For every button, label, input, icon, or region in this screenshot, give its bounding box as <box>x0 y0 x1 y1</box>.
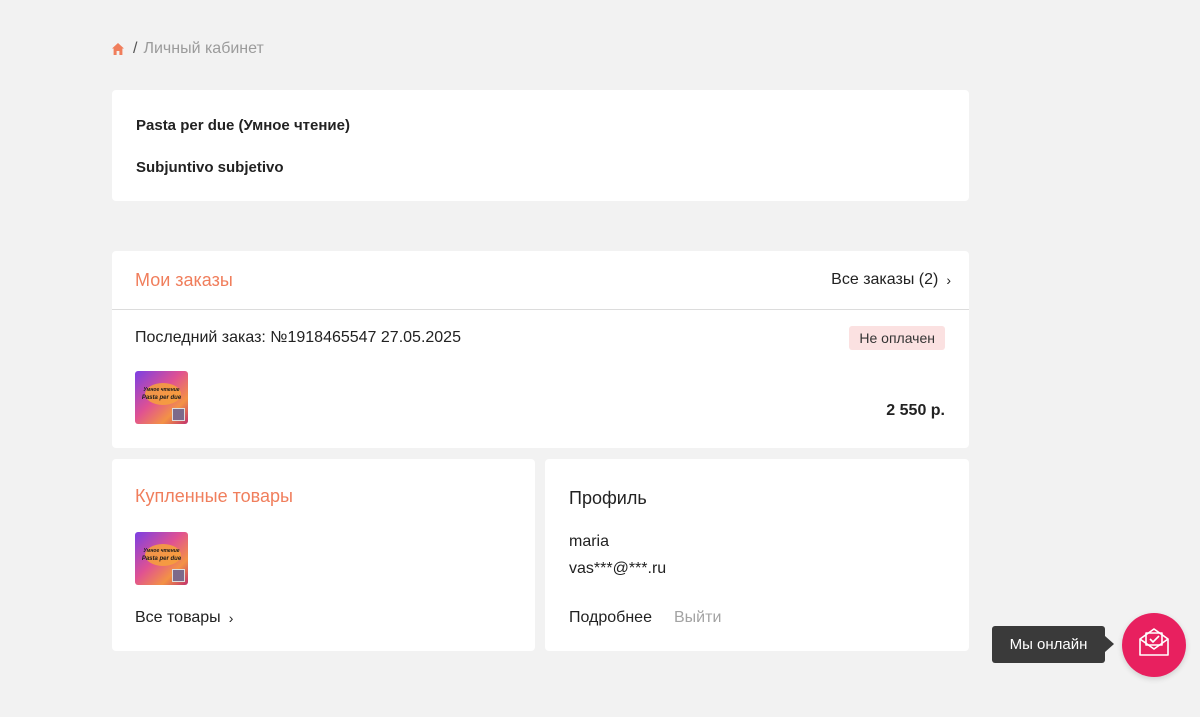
orders-card: Мои заказы Все заказы (2) › Последний за… <box>112 251 969 448</box>
all-orders-label: Все заказы (2) <box>831 271 939 288</box>
breadcrumb: / Личный кабинет <box>111 39 264 59</box>
orders-header: Мои заказы Все заказы (2) › <box>112 251 969 310</box>
profile-card: Профиль maria vas***@***.ru Подробнее Вы… <box>545 459 969 651</box>
home-icon[interactable] <box>111 42 125 56</box>
chat-button[interactable] <box>1122 613 1186 677</box>
profile-more-link[interactable]: Подробнее <box>569 609 652 627</box>
purchased-card: Купленные товары Умное чтение Pasta per … <box>112 459 535 651</box>
course-link[interactable]: Subjuntivo subjetivo <box>136 159 284 176</box>
last-order-info: Последний заказ: №1918465547 27.05.2025 <box>135 329 461 346</box>
order-price: 2 550 р. <box>886 402 945 419</box>
order-product-thumbnail[interactable]: Умное чтение Pasta per due <box>135 371 188 424</box>
course-link[interactable]: Pasta per due (Умное чтение) <box>136 117 350 134</box>
status-badge: Не оплачен <box>849 326 945 350</box>
thumbnail-text: Pasta per due <box>141 556 182 562</box>
tooltip-arrow <box>1105 636 1114 652</box>
orders-title: Мои заказы <box>135 270 233 290</box>
chevron-right-icon: › <box>228 610 234 626</box>
all-goods-link[interactable]: Все товары › <box>135 609 233 627</box>
logout-link[interactable]: Выйти <box>674 609 721 627</box>
profile-name: maria <box>569 533 610 550</box>
thumbnail-text: Умное чтение <box>143 548 180 554</box>
breadcrumb-current: Личный кабинет <box>143 40 264 57</box>
thumbnail-text: Умное чтение <box>143 387 180 393</box>
courses-card: Pasta per due (Умное чтение) Subjuntivo … <box>112 90 969 201</box>
online-tooltip-text: Мы онлайн <box>1009 636 1088 653</box>
all-orders-link[interactable]: Все заказы (2) › <box>831 271 951 289</box>
envelope-icon <box>1134 623 1174 668</box>
thumbnail-text: Pasta per due <box>141 395 182 401</box>
profile-title: Профиль <box>569 488 647 508</box>
chevron-right-icon: › <box>946 272 951 288</box>
purchased-product-thumbnail[interactable]: Умное чтение Pasta per due <box>135 532 188 585</box>
online-tooltip: Мы онлайн <box>992 626 1114 663</box>
purchased-title: Купленные товары <box>135 486 293 506</box>
breadcrumb-separator: / <box>133 40 138 57</box>
profile-email: vas***@***.ru <box>569 560 667 577</box>
all-goods-label: Все товары <box>135 609 221 626</box>
